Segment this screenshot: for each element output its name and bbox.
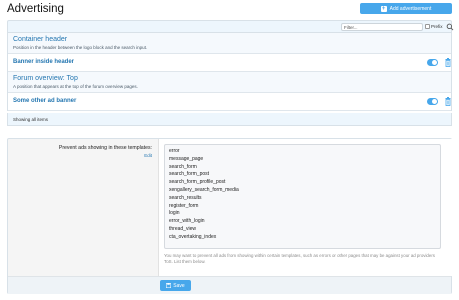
position-description: A position that appears at the top of th… <box>13 84 138 89</box>
ad-position-list: Container header Position in the header … <box>7 33 452 111</box>
position-description: Position in the header between the logo … <box>13 45 148 50</box>
enable-toggle[interactable] <box>427 98 438 105</box>
save-button[interactable]: Save <box>160 280 191 291</box>
template-line: register_form <box>169 202 199 209</box>
template-line: search_form_post <box>169 171 210 178</box>
list-item[interactable]: Some other ad banner <box>8 93 451 111</box>
trash-icon[interactable] <box>445 97 451 106</box>
template-line: search_form_profile_post <box>169 179 226 186</box>
list-footer-status: Showing all items <box>7 113 452 126</box>
position-title[interactable]: Forum overview: Top <box>13 75 446 83</box>
template-exclusion-form: Prevent ads showing in these templates: … <box>7 138 452 294</box>
add-advertisement-button[interactable]: + Add advertisement <box>360 3 452 14</box>
template-line: message_page <box>169 155 204 162</box>
form-submit-row: Save <box>8 276 451 294</box>
filter-bar: Filter... Prefix <box>7 20 454 33</box>
form-input-area: error message_page search_form search_form_… <box>158 139 452 276</box>
enable-toggle[interactable] <box>427 59 438 66</box>
template-line: search_form <box>169 163 197 170</box>
template-line: search_results <box>169 194 202 201</box>
template-line: error <box>169 148 180 154</box>
filter-input[interactable]: Filter... <box>341 23 423 31</box>
template-line: error_with_login <box>169 218 205 225</box>
edit-link[interactable]: Edit <box>8 153 152 158</box>
templates-textarea[interactable]: error message_page search_form search_form_… <box>164 144 441 249</box>
save-label: Save <box>173 282 185 289</box>
ad-title[interactable]: Banner inside header <box>13 59 74 65</box>
template-line: cta_overtaking_index <box>169 233 217 240</box>
add-advertisement-label: Add advertisement <box>389 5 432 12</box>
checkbox-icon <box>425 24 430 29</box>
plus-icon: + <box>380 5 387 12</box>
templates-label: Prevent ads showing in these templates: <box>58 145 152 151</box>
list-item[interactable]: Banner inside header <box>8 54 451 72</box>
search-icon[interactable] <box>446 23 454 31</box>
template-line: xengallery_search_form_media <box>169 186 239 193</box>
position-header: Forum overview: Top A position that appe… <box>8 72 451 93</box>
prefix-label: Prefix <box>431 24 443 29</box>
template-line: thread_view <box>169 225 196 232</box>
ad-title[interactable]: Some other ad banner <box>13 98 76 104</box>
trash-icon[interactable] <box>445 58 451 67</box>
position-header: Container header Position in the header … <box>8 33 451 54</box>
templates-hint: You may want to prevent all ads from sho… <box>164 253 435 264</box>
template-line: login <box>169 210 180 217</box>
prefix-checkbox[interactable]: Prefix <box>425 24 443 29</box>
position-title[interactable]: Container header <box>13 36 446 44</box>
floppy-icon <box>166 283 172 288</box>
page-title: Advertising <box>7 3 64 15</box>
